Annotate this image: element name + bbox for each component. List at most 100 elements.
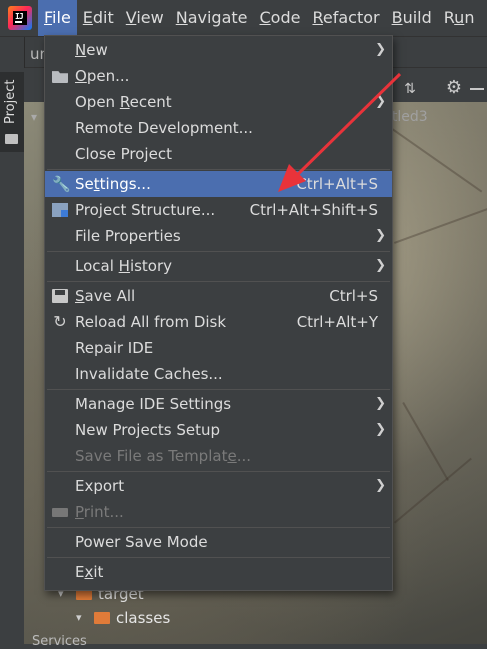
project-structure-icon xyxy=(52,203,68,217)
mnemonic-letter: N xyxy=(175,8,188,27)
menu-item-label: New xyxy=(75,37,108,63)
menu-separator xyxy=(47,527,390,528)
label-text: Local xyxy=(75,257,119,275)
menu-item-label: Manage IDE Settings xyxy=(75,391,231,417)
menu-bar-items: File Edit View Navigate Code Refactor Build Run xyxy=(38,0,480,36)
mnemonic-letter: C xyxy=(259,8,271,27)
label-text: New Projects Setup xyxy=(75,421,221,439)
menu-item-repair-ide[interactable]: Repair IDE xyxy=(45,335,392,361)
menu-separator xyxy=(47,169,390,170)
menu-item-label: Open Recent xyxy=(75,89,172,115)
menu-item-label: Invalidate Caches... xyxy=(75,361,223,387)
folder-icon xyxy=(5,134,18,144)
menu-separator xyxy=(47,471,390,472)
menu-item-label: Settings... xyxy=(75,171,151,197)
menu-item-label: Local History xyxy=(75,253,172,279)
menu-item-remote-development[interactable]: Remote Development... xyxy=(45,115,392,141)
mnemonic-letter: R xyxy=(312,8,323,27)
menu-item-label: Open... xyxy=(75,63,129,89)
menu-edit[interactable]: Edit xyxy=(77,0,120,36)
chevron-down-icon[interactable]: ▾ xyxy=(31,110,37,124)
mnemonic-letter: N xyxy=(75,41,87,59)
mnemonic-letter: H xyxy=(118,257,130,275)
menu-item-invalidate-caches[interactable]: Invalidate Caches... xyxy=(45,361,392,387)
tree-item-classes[interactable]: ▾ classes xyxy=(76,606,170,630)
menu-item-project-structure[interactable]: Project Structure... Ctrl+Alt+Shift+S xyxy=(45,197,392,223)
file-menu-dropdown: New ❯ Open... Open Recent ❯ Remote Developmen… xyxy=(44,35,393,591)
menu-item-label: Power Save Mode xyxy=(75,529,208,555)
menu-item-exit[interactable]: Exit xyxy=(45,559,392,585)
menu-code[interactable]: Code xyxy=(254,0,307,36)
menu-item-save-all[interactable]: Save All Ctrl+S xyxy=(45,283,392,309)
chevron-down-icon[interactable]: ▾ xyxy=(76,606,90,630)
menu-refactor[interactable]: Refactor xyxy=(306,0,385,36)
minimize-icon[interactable] xyxy=(470,88,484,90)
menu-build[interactable]: Build xyxy=(386,0,438,36)
label-text: dit xyxy=(92,8,114,27)
label-text: Export xyxy=(75,477,125,495)
label-text: Repair IDE xyxy=(75,339,154,357)
gear-icon[interactable]: ⚙ xyxy=(444,78,464,98)
services-tool-window-label[interactable]: Services xyxy=(32,634,87,649)
mnemonic-letter: e xyxy=(227,447,237,465)
menu-file[interactable]: File xyxy=(38,0,77,36)
menu-item-export[interactable]: Export ❯ xyxy=(45,473,392,499)
menu-item-label: Reload All from Disk xyxy=(75,309,226,335)
menu-item-open[interactable]: Open... xyxy=(45,63,392,89)
menu-item-print: Print... xyxy=(45,499,392,525)
label-text: Power Save Mode xyxy=(75,533,208,551)
menu-item-settings[interactable]: 🔧 Settings... Ctrl+Alt+S xyxy=(45,171,392,197)
chevron-right-icon: ❯ xyxy=(375,258,386,273)
label-text: Save File as Templat xyxy=(75,447,228,465)
mnemonic-letter: O xyxy=(75,67,87,85)
label-text: pen... xyxy=(86,67,130,85)
save-icon xyxy=(52,289,68,303)
tree-item-label: classes xyxy=(116,609,171,627)
folder-open-icon xyxy=(52,71,68,83)
label-text: Manage IDE Settings xyxy=(75,395,232,413)
chevron-right-icon: ❯ xyxy=(375,396,386,411)
shortcut-label: Ctrl+Alt+Shift+S xyxy=(249,201,378,219)
label-text: istory xyxy=(129,257,173,275)
menu-item-manage-ide-settings[interactable]: Manage IDE Settings ❯ xyxy=(45,391,392,417)
menu-item-label: Repair IDE xyxy=(75,335,153,361)
menu-item-reload-all-from-disk[interactable]: ↻ Reload All from Disk Ctrl+Alt+Y xyxy=(45,309,392,335)
folder-icon xyxy=(94,612,110,624)
menu-separator xyxy=(47,557,390,558)
menu-item-label: Print... xyxy=(75,499,124,525)
reload-icon: ↻ xyxy=(53,312,67,331)
menu-item-new[interactable]: New ❯ xyxy=(45,37,392,63)
menu-item-open-recent[interactable]: Open Recent ❯ xyxy=(45,89,392,115)
label-text: R xyxy=(443,8,455,27)
menu-item-new-projects-setup[interactable]: New Projects Setup ❯ xyxy=(45,417,392,443)
chevron-right-icon: ❯ xyxy=(375,478,386,493)
label-text: File Properties xyxy=(75,227,181,245)
chevron-right-icon: ❯ xyxy=(375,422,386,437)
menu-view[interactable]: View xyxy=(120,0,170,36)
menu-item-label: Export xyxy=(75,473,124,499)
menu-item-label: Project Structure... xyxy=(75,197,215,223)
shortcut-label: Ctrl+Alt+Y xyxy=(296,313,378,331)
mnemonic-letter: B xyxy=(391,8,403,27)
label-text: ave All xyxy=(84,287,136,305)
menu-item-label: Exit xyxy=(75,559,103,585)
collapse-all-icon[interactable]: ⇅ xyxy=(402,80,418,98)
chevron-right-icon: ❯ xyxy=(375,228,386,243)
label-text: n xyxy=(464,8,475,27)
mnemonic-letter: R xyxy=(119,93,130,111)
menu-item-close-project[interactable]: Close Project xyxy=(45,141,392,167)
menu-item-power-save-mode[interactable]: Power Save Mode xyxy=(45,529,392,555)
menu-item-label: File Properties xyxy=(75,223,181,249)
label-text: iew xyxy=(136,8,164,27)
mnemonic-letter: P xyxy=(75,503,84,521)
menu-run[interactable]: Run xyxy=(438,0,481,36)
label-text: ode xyxy=(270,8,301,27)
label-text: avigate xyxy=(187,8,248,27)
mnemonic-letter: S xyxy=(75,287,85,305)
label-text: Se xyxy=(75,175,94,193)
project-tab-label: Project xyxy=(3,79,18,124)
menu-navigate[interactable]: Navigate xyxy=(170,0,254,36)
label-text: ecent xyxy=(129,93,172,111)
menu-item-file-properties[interactable]: File Properties ❯ xyxy=(45,223,392,249)
menu-item-local-history[interactable]: Local History ❯ xyxy=(45,253,392,279)
